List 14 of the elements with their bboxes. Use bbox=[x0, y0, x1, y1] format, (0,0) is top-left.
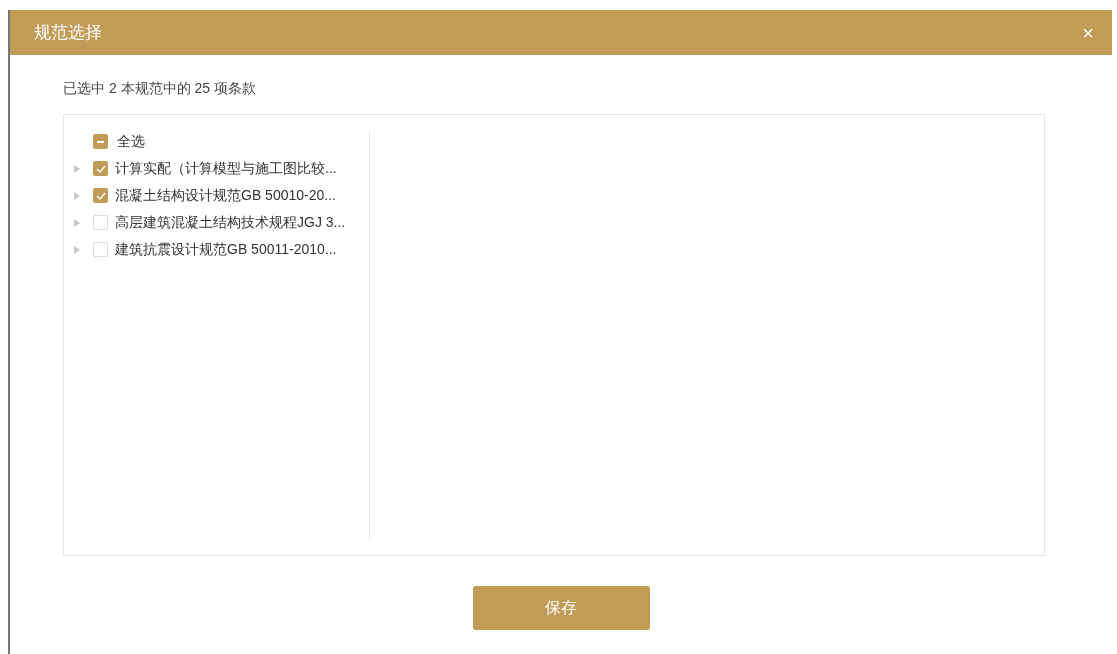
tree-item-label[interactable]: 建筑抗震设计规范GB 50011-2010... bbox=[115, 239, 337, 260]
tree-item-label[interactable]: 混凝土结构设计规范GB 50010-20... bbox=[115, 185, 336, 206]
tree-item-label[interactable]: 高层建筑混凝土结构技术规程JGJ 3... bbox=[115, 212, 346, 233]
checkbox[interactable] bbox=[93, 188, 108, 203]
checkbox[interactable] bbox=[93, 134, 108, 149]
checkbox[interactable] bbox=[93, 161, 108, 176]
select-all-label[interactable]: 全选 bbox=[117, 131, 145, 152]
expand-caret-icon[interactable] bbox=[74, 245, 80, 254]
expand-caret-icon[interactable] bbox=[74, 218, 80, 227]
expand-caret-icon[interactable] bbox=[74, 191, 80, 200]
dialog-title: 规范选择 bbox=[34, 21, 102, 44]
tree-item-label[interactable]: 计算实配（计算模型与施工图比较... bbox=[115, 158, 337, 179]
expand-caret-icon[interactable] bbox=[74, 164, 80, 173]
selection-summary: 已选中 2 本规范中的 25 项条款 bbox=[63, 79, 257, 98]
